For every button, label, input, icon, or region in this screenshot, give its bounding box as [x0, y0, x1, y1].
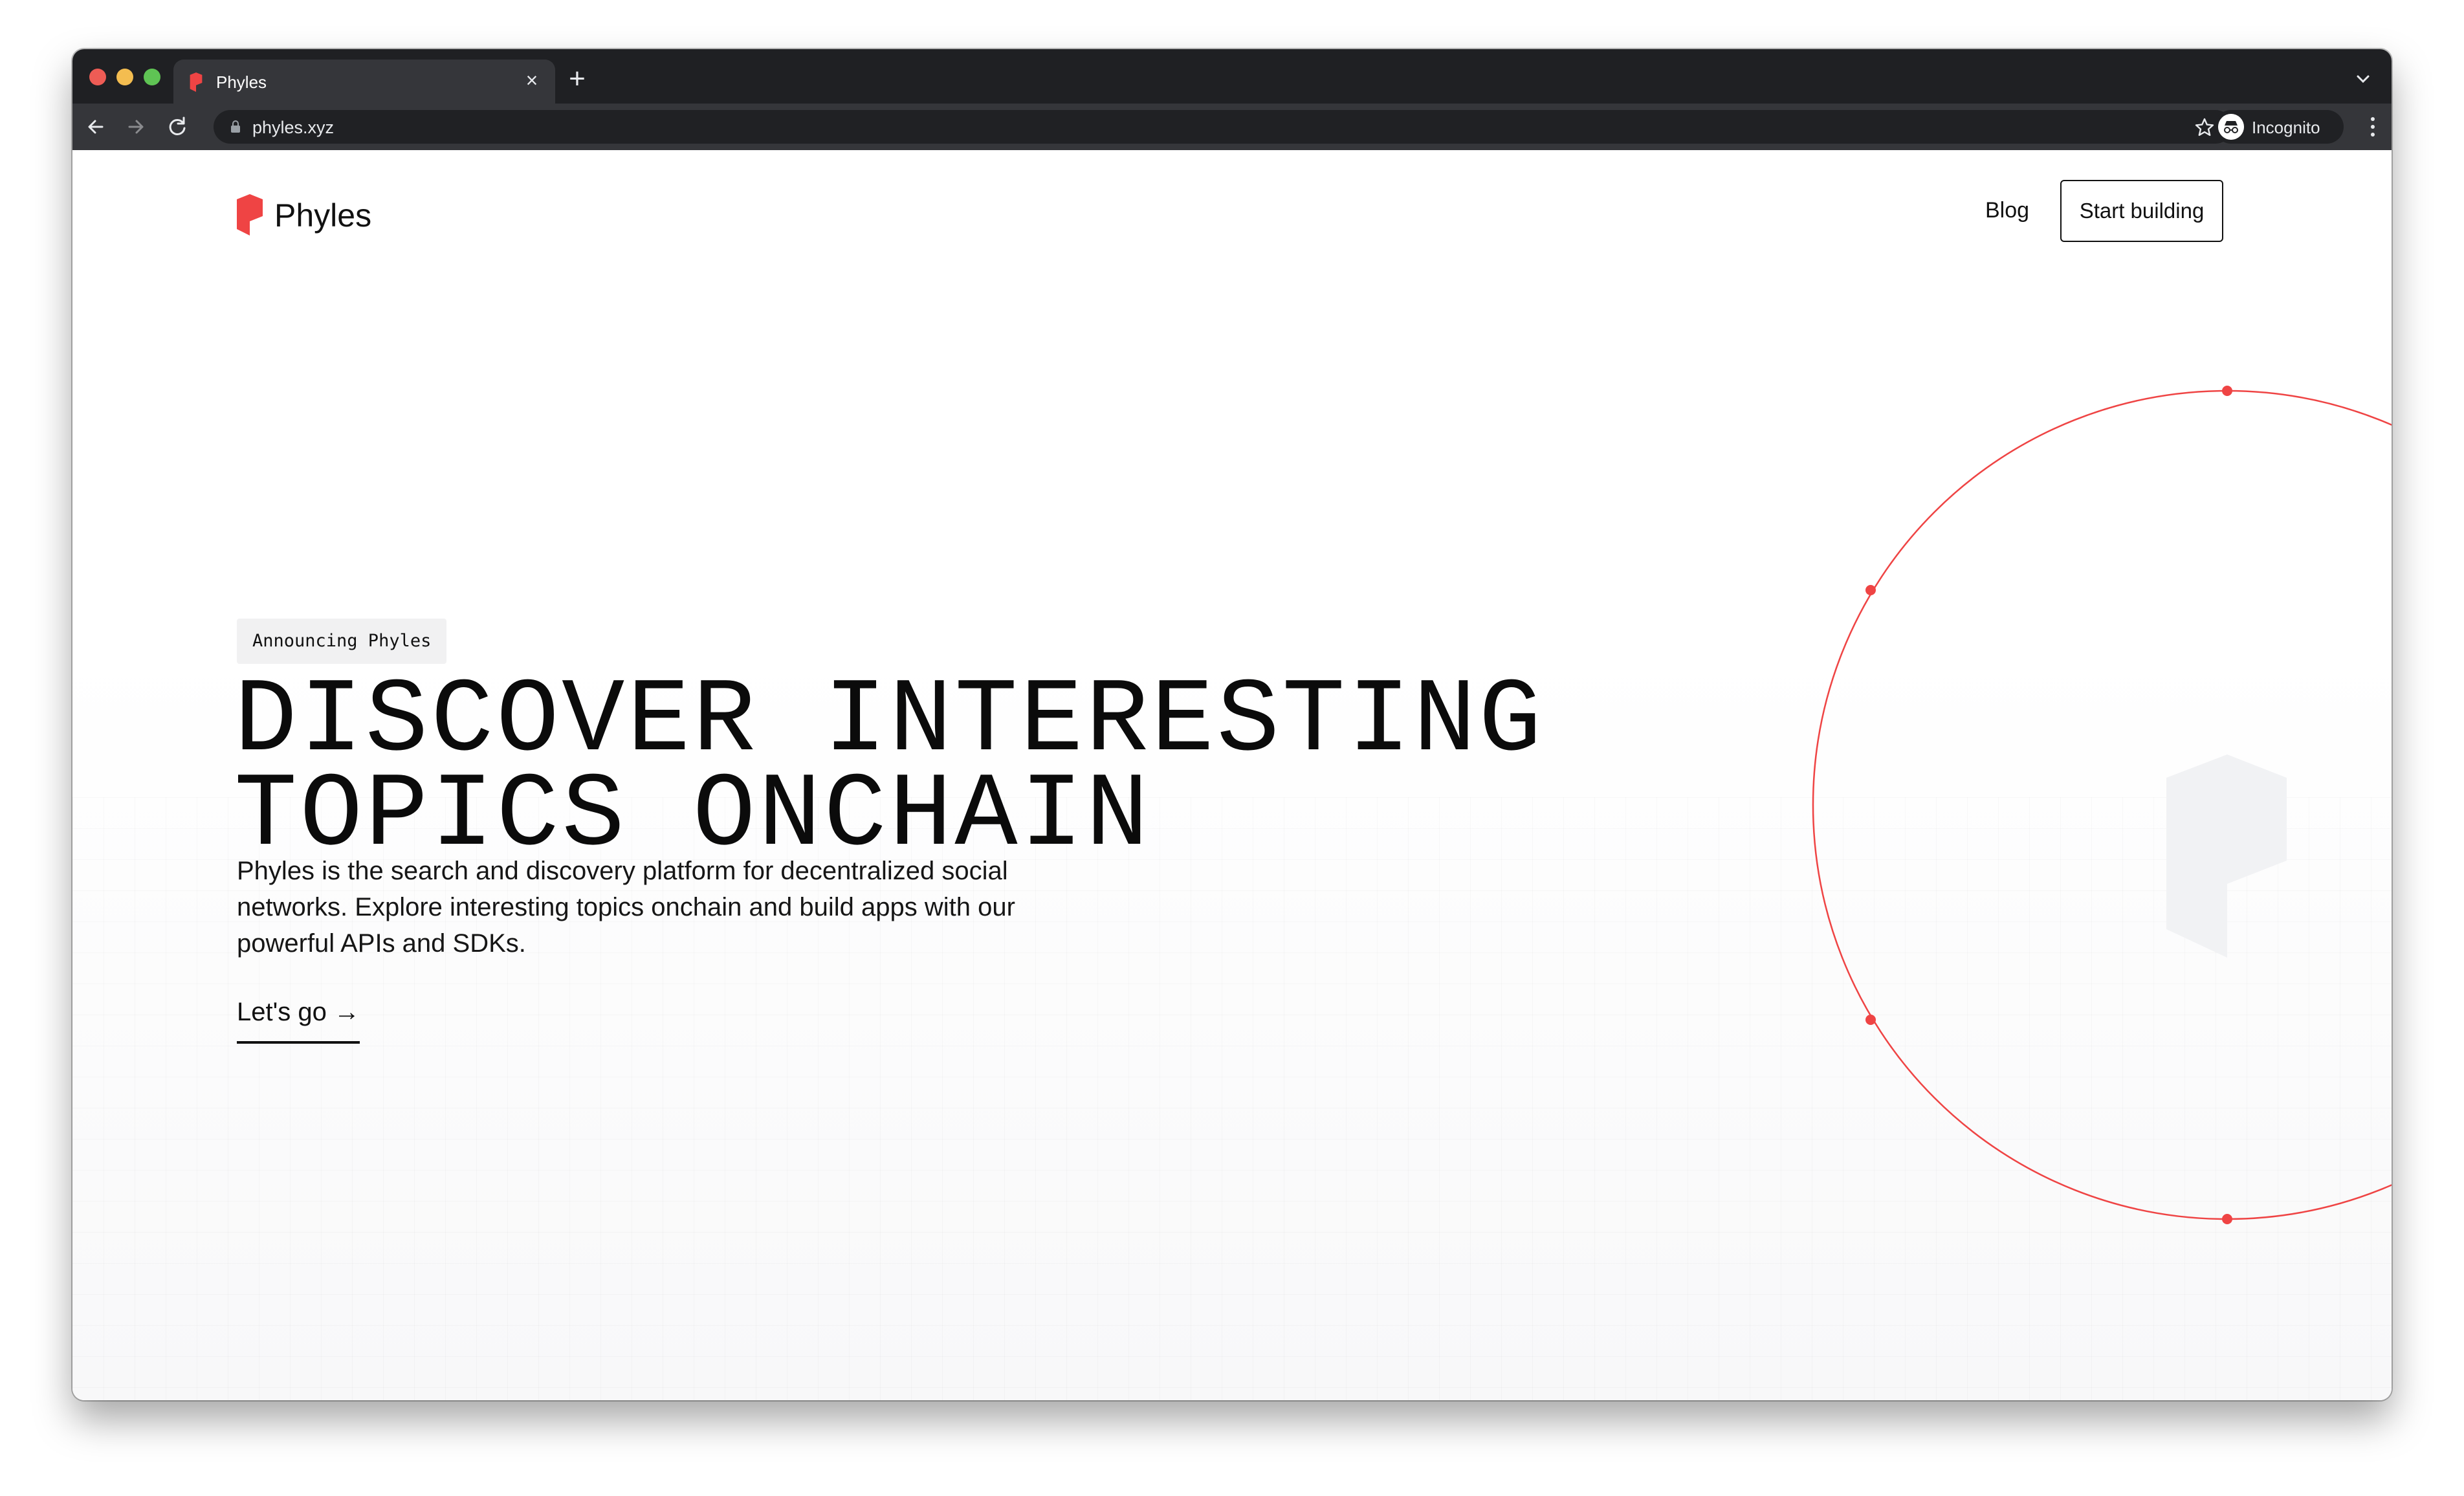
url-text[interactable]: phyles.xyz — [252, 118, 334, 138]
reload-icon[interactable] — [164, 114, 190, 140]
plus-icon[interactable]: + — [564, 65, 590, 93]
toolbar: phyles.xyz Incognito — [72, 104, 2392, 150]
incognito-profile-button[interactable]: Incognito — [2214, 110, 2344, 144]
incognito-label: Incognito — [2252, 118, 2320, 137]
logo-text: Phyles — [274, 197, 372, 234]
address-bar[interactable]: phyles.xyz — [214, 110, 2232, 144]
headline-line-1: DISCOVER INTERESTING — [234, 662, 1545, 781]
lock-icon[interactable] — [230, 120, 241, 133]
tab-title: Phyles — [216, 72, 267, 92]
browser-window: Phyles × + phyles.xyz Incognito Phyles B… — [72, 49, 2392, 1400]
close-icon[interactable]: × — [520, 69, 544, 92]
back-arrow-icon[interactable] — [83, 114, 109, 140]
minimize-window-button[interactable] — [116, 69, 133, 85]
chevron-down-icon[interactable] — [2350, 66, 2376, 92]
close-window-button[interactable] — [89, 69, 106, 85]
hero-subtitle: Phyles is the search and discovery platf… — [237, 857, 1015, 958]
announcement-badge: Announcing Phyles — [237, 619, 447, 664]
headline-line-2: TOPICS ONCHAIN — [234, 756, 1152, 875]
orbit-dot — [2222, 386, 2232, 396]
tab-phyles[interactable]: Phyles × — [173, 60, 555, 104]
lets-go-link[interactable]: Let's go → — [237, 998, 360, 1044]
phyles-logo-icon — [237, 194, 263, 236]
orbit-dot — [1865, 585, 1876, 595]
nav-link-blog[interactable]: Blog — [1985, 198, 2029, 223]
page-viewport: Phyles Blog Start building Announcing Ph… — [72, 150, 2392, 1400]
star-icon[interactable] — [2194, 116, 2216, 138]
hero-headline: DISCOVER INTERESTING TOPICS ONCHAIN — [234, 662, 1545, 875]
maximize-window-button[interactable] — [144, 69, 160, 85]
forward-arrow-icon[interactable] — [123, 114, 149, 140]
phyles-favicon-icon — [190, 72, 203, 92]
orbit-dot — [1865, 1015, 1876, 1025]
incognito-icon — [2218, 114, 2244, 140]
tab-bar: Phyles × + — [72, 49, 2392, 104]
start-building-button[interactable]: Start building — [2060, 180, 2223, 242]
orbit-circle — [1812, 390, 2392, 1220]
more-vert-icon[interactable] — [2370, 115, 2376, 138]
faded-logo-icon — [2166, 754, 2287, 958]
orbit-dot — [2222, 1214, 2232, 1224]
